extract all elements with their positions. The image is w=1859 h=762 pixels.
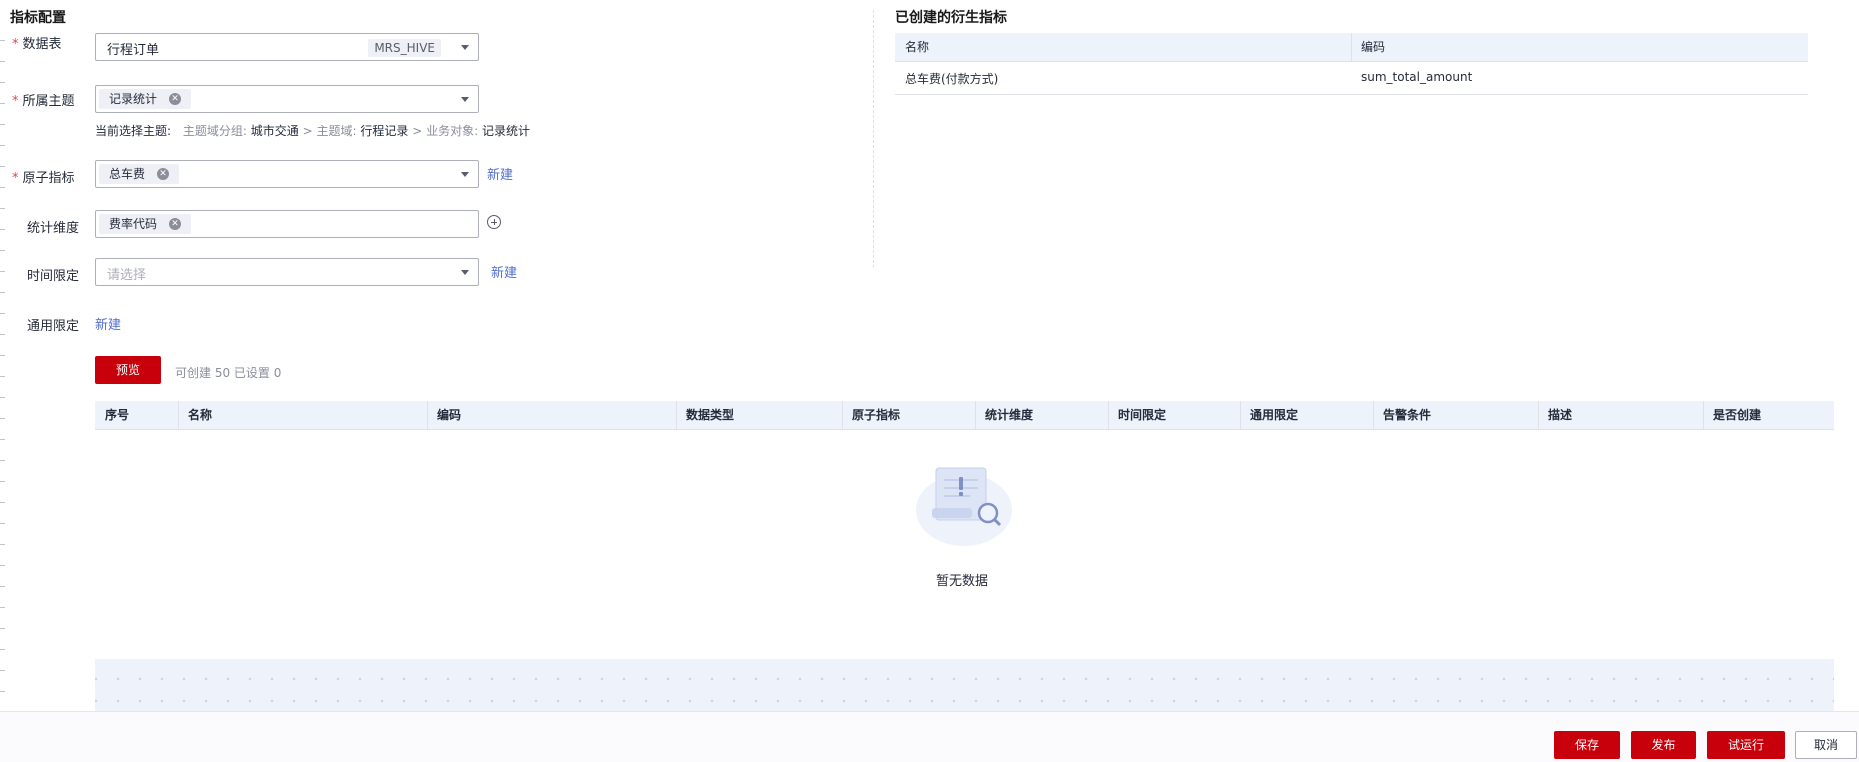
ruler-tick (0, 82, 5, 83)
result-table-header: 序号 名称 编码 数据类型 原子指标 统计维度 时间限定 通用限定 告警条件 描… (95, 401, 1834, 430)
ruler-tick (0, 439, 5, 440)
current-subject-path: 当前选择主题: 主题域分组: 城市交通 > 主题域: 行程记录 > 业务对象: … (95, 124, 530, 138)
chevron-down-icon (461, 172, 469, 177)
atomic-select[interactable]: 总车费 ✕ (95, 160, 479, 188)
time-limit-label: 时间限定 (27, 269, 80, 284)
ruler-tick (0, 334, 5, 335)
new-general-limit-link[interactable]: 新建 (95, 314, 121, 333)
ruler-tick (0, 418, 5, 419)
ruler-tick (0, 187, 5, 188)
ruler-tick (0, 40, 5, 41)
ruler-tick (0, 628, 5, 629)
ruler-tick (0, 229, 5, 230)
dimension-select[interactable]: 费率代码 ✕ (95, 210, 479, 238)
ruler-tick (0, 271, 5, 272)
col-created: 是否创建 (1713, 408, 1762, 422)
ruler-tick (0, 586, 5, 587)
col-name: 名称 (188, 408, 213, 422)
time-limit-placeholder: 请选择 (107, 268, 147, 283)
created-table: 名称 编码 总车费(付款方式) sum_total_amount (895, 33, 1808, 95)
cancel-button[interactable]: 取消 (1795, 731, 1857, 759)
col-atomic: 原子指标 (852, 408, 901, 422)
ruler-tick (0, 250, 5, 251)
col-datatype: 数据类型 (686, 408, 735, 422)
ruler-tick (0, 292, 5, 293)
plus-circle-icon[interactable] (487, 215, 501, 229)
close-icon[interactable]: ✕ (169, 218, 182, 230)
trial-run-button[interactable]: 试运行 (1707, 731, 1785, 759)
ruler-tick (0, 691, 5, 692)
general-limit-label: 通用限定 (27, 319, 80, 334)
ruler-tick (0, 355, 5, 356)
ruler-tick (0, 103, 5, 104)
datatable-label: * 数据表 (12, 37, 62, 52)
atomic-label: * 原子指标 (12, 171, 75, 186)
dimension-label: 统计维度 (27, 221, 80, 236)
col-index: 序号 (105, 408, 130, 422)
col-desc: 描述 (1548, 408, 1573, 422)
config-title: 指标配置 (10, 10, 66, 26)
ruler-tick (0, 544, 5, 545)
subject-select[interactable]: 记录统计 ✕ (95, 85, 479, 113)
preview-button[interactable]: 预览 (95, 356, 161, 384)
ruler-tick (0, 502, 5, 503)
row-name: 总车费(付款方式) (905, 72, 999, 86)
chevron-down-icon (461, 45, 469, 50)
col-alert: 告警条件 (1383, 408, 1432, 422)
ruler-tick (0, 670, 5, 671)
ruler-tick (0, 61, 5, 62)
section-divider (873, 10, 875, 268)
subject-tag: 记录统计 ✕ (99, 89, 192, 109)
time-limit-select[interactable]: 请选择 (95, 258, 479, 286)
col-dimension: 统计维度 (985, 408, 1034, 422)
col-name: 名称 (905, 40, 930, 54)
ruler-tick (0, 313, 5, 314)
ruler-tick (0, 145, 5, 146)
left-ruler (0, 0, 6, 761)
datatable-value: 行程订单 (107, 43, 160, 58)
save-button[interactable]: 保存 (1554, 731, 1620, 759)
datatable-select[interactable]: 行程订单 MRS_HIVE (95, 33, 479, 61)
quota-info: 可创建 50 已设置 0 (175, 366, 282, 380)
chevron-down-icon (461, 97, 469, 102)
ruler-tick (0, 649, 5, 650)
ruler-tick (0, 397, 5, 398)
created-table-header: 名称 编码 (895, 33, 1808, 62)
ruler-tick (0, 166, 5, 167)
ruler-tick (0, 376, 5, 377)
atomic-tag: 总车费 ✕ (99, 164, 180, 184)
col-code: 编码 (437, 408, 462, 422)
datasource-badge: MRS_HIVE (368, 39, 441, 57)
created-title: 已创建的衍生指标 (895, 10, 1007, 26)
table-row[interactable]: 总车费(付款方式) sum_total_amount (895, 62, 1808, 95)
ruler-tick (0, 460, 5, 461)
close-icon[interactable]: ✕ (169, 93, 182, 105)
dotted-background (95, 659, 1834, 711)
new-time-limit-link[interactable]: 新建 (491, 262, 517, 281)
ruler-tick (0, 523, 5, 524)
ruler-tick (0, 124, 5, 125)
ruler-tick (0, 607, 5, 608)
col-code: 编码 (1361, 40, 1386, 54)
row-code: sum_total_amount (1361, 70, 1473, 84)
subject-label: * 所属主题 (12, 94, 75, 109)
publish-button[interactable]: 发布 (1631, 731, 1696, 759)
empty-text: 暂无数据 (936, 574, 989, 589)
close-icon[interactable]: ✕ (157, 168, 170, 180)
empty-scroll-search-icon (916, 467, 1012, 546)
col-time-limit: 时间限定 (1118, 408, 1167, 422)
ruler-tick (0, 481, 5, 482)
col-general-limit: 通用限定 (1250, 408, 1299, 422)
chevron-down-icon (461, 270, 469, 275)
new-atomic-link[interactable]: 新建 (487, 164, 513, 183)
dimension-tag: 费率代码 ✕ (99, 214, 192, 234)
ruler-tick (0, 565, 5, 566)
ruler-tick (0, 208, 5, 209)
